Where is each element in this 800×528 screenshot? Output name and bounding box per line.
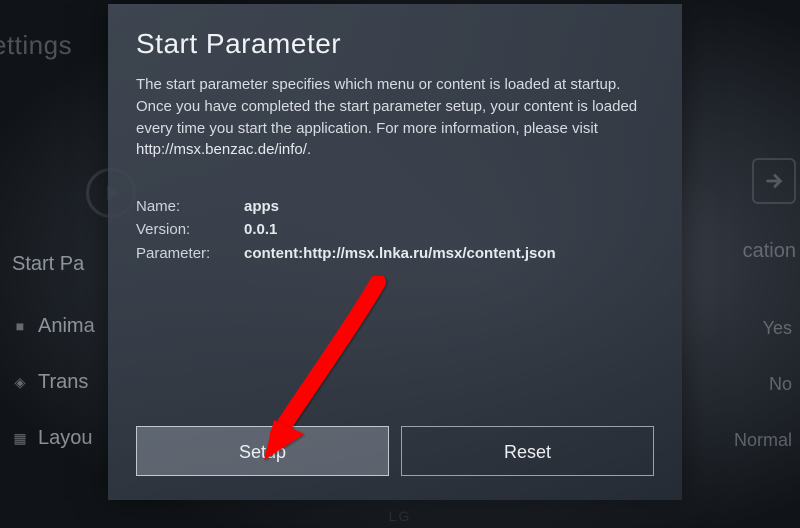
- background-value: Normal: [734, 412, 792, 468]
- info-row-version: Version: 0.0.1: [136, 218, 654, 241]
- info-row-parameter: Parameter: content:http://msx.lnka.ru/ms…: [136, 242, 654, 265]
- tv-brand-logo: LG: [389, 508, 412, 524]
- start-parameter-dialog: Start Parameter The start parameter spec…: [108, 4, 682, 500]
- background-menu-label: Trans: [38, 354, 88, 410]
- setup-button[interactable]: Setup: [136, 426, 389, 476]
- camera-icon: ■: [12, 298, 28, 354]
- reset-button[interactable]: Reset: [401, 426, 654, 476]
- dialog-button-row: Setup Reset: [136, 426, 654, 476]
- background-menu-label: Layou: [38, 410, 93, 466]
- background-value: No: [734, 356, 792, 412]
- info-parameter-value: content:http://msx.lnka.ru/msx/content.j…: [244, 242, 556, 265]
- dialog-info-block: Name: apps Version: 0.0.1 Parameter: con…: [136, 195, 654, 265]
- grid-icon: ▦: [12, 410, 28, 466]
- info-parameter-label: Parameter:: [136, 242, 244, 265]
- layers-icon: ◈: [12, 354, 28, 410]
- background-menu-item: ■ Anima: [12, 298, 95, 354]
- right-arrow-tile: [752, 158, 796, 204]
- background-menu-label: Anima: [38, 298, 95, 354]
- dialog-info-link[interactable]: http://msx.benzac.de/info/: [136, 141, 307, 158]
- info-version-label: Version:: [136, 218, 244, 241]
- background-text-cation: cation: [743, 240, 796, 263]
- dialog-description-end: .: [307, 141, 311, 158]
- background-settings-heading: ettings: [0, 30, 72, 61]
- background-side-menu: Start Pa ■ Anima ◈ Trans ▦ Layou: [12, 236, 95, 466]
- dialog-title: Start Parameter: [136, 28, 654, 60]
- info-name-value: apps: [244, 195, 279, 218]
- tv-screen: ettings cation Start Pa ■ Anima ◈ Trans …: [0, 0, 800, 528]
- background-start-pa: Start Pa: [12, 236, 95, 292]
- dialog-description: The start parameter specifies which menu…: [136, 74, 654, 161]
- info-name-label: Name:: [136, 195, 244, 218]
- background-value: Yes: [734, 300, 792, 356]
- background-menu-item: ◈ Trans: [12, 354, 95, 410]
- dialog-description-text: The start parameter specifies which menu…: [136, 76, 637, 137]
- background-right-values: Yes No Normal: [734, 300, 792, 468]
- background-menu-item: ▦ Layou: [12, 410, 95, 466]
- info-row-name: Name: apps: [136, 195, 654, 218]
- info-version-value: 0.0.1: [244, 218, 277, 241]
